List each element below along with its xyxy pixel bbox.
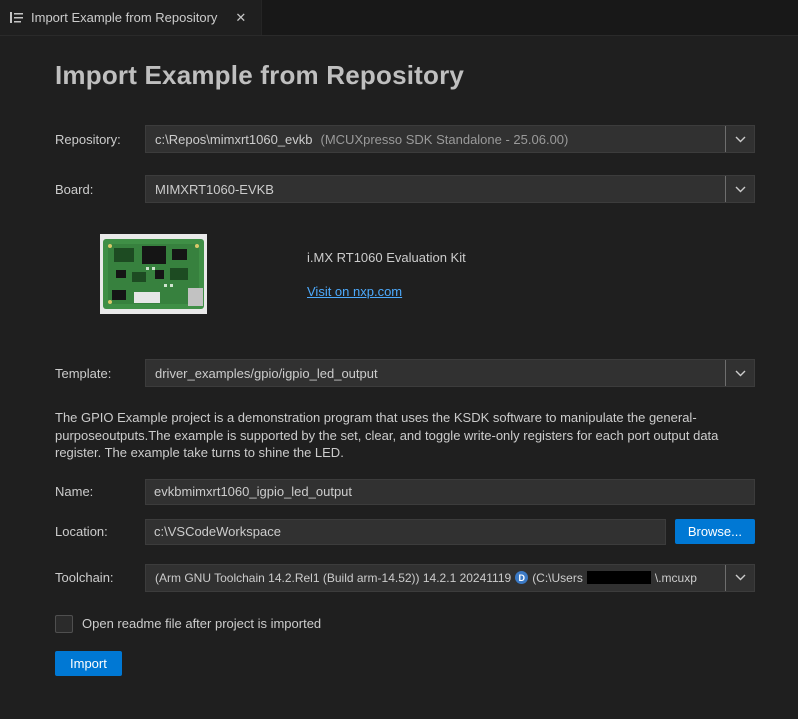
readme-label: Open readme file after project is import… xyxy=(82,616,321,631)
board-row: Board: MIMXRT1060-EVKB xyxy=(55,175,755,203)
import-row: Import xyxy=(55,651,755,676)
location-input[interactable] xyxy=(145,519,666,545)
name-row: Name: xyxy=(55,478,755,506)
page-title: Import Example from Repository xyxy=(55,60,755,91)
toolchain-dropdown[interactable]: (Arm GNU Toolchain 14.2.Rel1 (Build arm-… xyxy=(145,564,755,592)
location-row: Location: Browse... xyxy=(55,518,755,546)
board-photo xyxy=(100,234,207,314)
repository-sdk-info: (MCUXpresso SDK Standalone - 25.06.00) xyxy=(321,132,569,147)
template-description: The GPIO Example project is a demonstrat… xyxy=(55,409,755,462)
repository-dropdown[interactable]: c:\Repos\mimxrt1060_evkb (MCUXpresso SDK… xyxy=(145,125,755,153)
board-dropdown[interactable]: MIMXRT1060-EVKB xyxy=(145,175,755,203)
readme-option-row: Open readme file after project is import… xyxy=(55,614,755,634)
tab-import-example[interactable]: Import Example from Repository ✕ xyxy=(0,0,262,35)
toolchain-version-text: (Arm GNU Toolchain 14.2.Rel1 (Build arm-… xyxy=(155,571,511,585)
template-value: driver_examples/gpio/igpio_led_output xyxy=(155,366,378,381)
location-label: Location: xyxy=(55,524,145,539)
chevron-down-icon xyxy=(725,176,754,202)
toolchain-value: (Arm GNU Toolchain 14.2.Rel1 (Build arm-… xyxy=(155,571,697,585)
repository-value: c:\Repos\mimxrt1060_evkb xyxy=(155,132,313,147)
redacted-username-box xyxy=(587,571,651,584)
chevron-down-icon xyxy=(725,565,754,591)
nxp-link[interactable]: Visit on nxp.com xyxy=(307,284,402,299)
import-form-page: Import Example from Repository Repositor… xyxy=(0,36,798,676)
toolchain-row: Toolchain: (Arm GNU Toolchain 14.2.Rel1 … xyxy=(55,564,755,592)
repository-label: Repository: xyxy=(55,132,145,147)
toolchain-path-suffix: \.mcuxp xyxy=(655,571,697,585)
chevron-down-icon xyxy=(725,360,754,386)
browse-button[interactable]: Browse... xyxy=(675,519,755,544)
toolchain-label: Toolchain: xyxy=(55,570,145,585)
template-dropdown[interactable]: driver_examples/gpio/igpio_led_output xyxy=(145,359,755,387)
chevron-down-icon xyxy=(725,126,754,152)
import-button[interactable]: Import xyxy=(55,651,122,676)
toolchain-path-prefix: (C:\Users xyxy=(532,571,583,585)
board-meta: i.MX RT1060 Evaluation Kit Visit on nxp.… xyxy=(307,234,466,301)
template-row: Template: driver_examples/gpio/igpio_led… xyxy=(55,359,755,387)
readme-checkbox[interactable] xyxy=(55,615,73,633)
editor-tab-bar: Import Example from Repository ✕ xyxy=(0,0,798,36)
repository-row: Repository: c:\Repos\mimxrt1060_evkb (MC… xyxy=(55,125,755,153)
board-label: Board: xyxy=(55,182,145,197)
board-preview-section: i.MX RT1060 Evaluation Kit Visit on nxp.… xyxy=(100,234,755,314)
name-input[interactable] xyxy=(145,479,755,505)
close-icon[interactable]: ✕ xyxy=(232,9,249,26)
board-value: MIMXRT1060-EVKB xyxy=(155,182,274,197)
d-circle-icon: D xyxy=(515,571,528,584)
name-label: Name: xyxy=(55,484,145,499)
board-display-name: i.MX RT1060 Evaluation Kit xyxy=(307,250,466,265)
tab-title: Import Example from Repository xyxy=(31,10,217,25)
form-list-icon xyxy=(9,10,24,25)
template-label: Template: xyxy=(55,366,145,381)
